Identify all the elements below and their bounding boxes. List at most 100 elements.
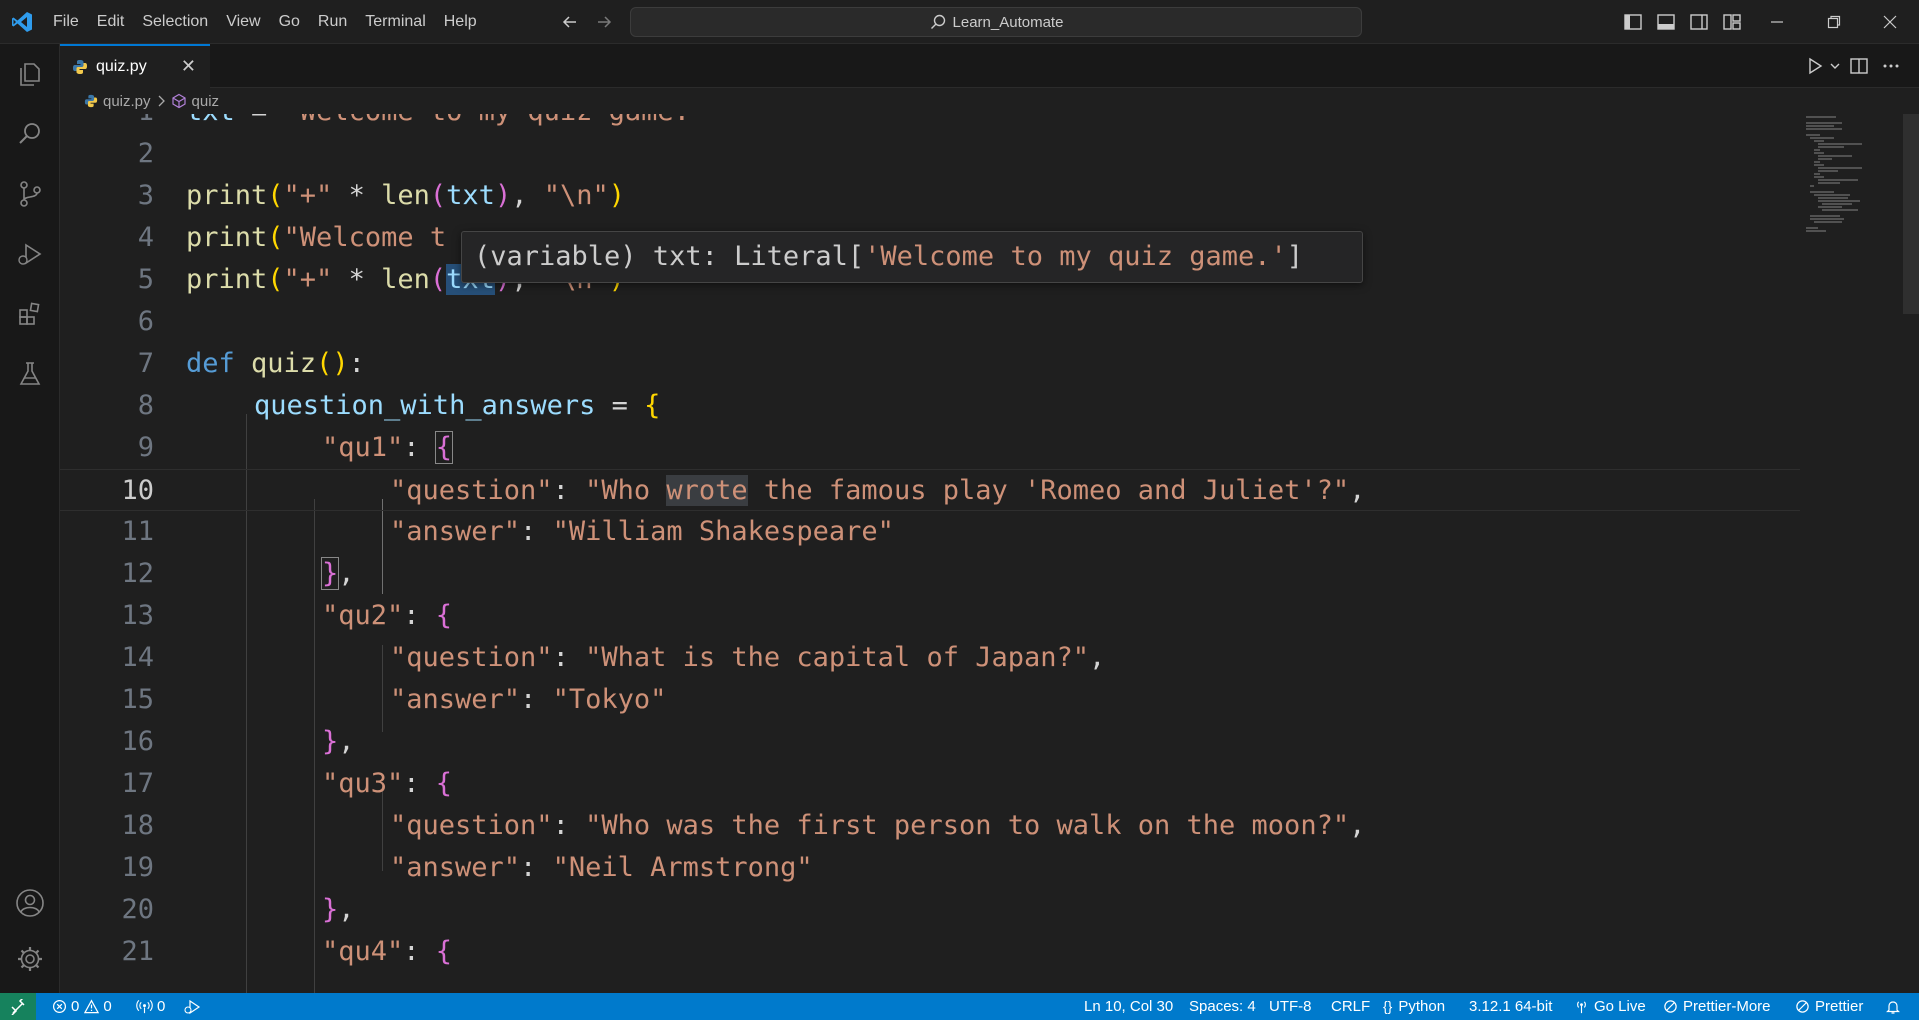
warning-icon [84, 999, 100, 1014]
token: len [381, 180, 430, 211]
menu-help[interactable]: Help [435, 7, 486, 37]
toggle-panel-icon[interactable] [1655, 11, 1677, 33]
line-number: 9 [137, 432, 154, 463]
menu-file[interactable]: File [44, 7, 88, 37]
problems-indicator[interactable]: 0 0 [52, 993, 112, 1020]
tab-quiz-py[interactable]: quiz.py ✕ [60, 44, 210, 88]
code-line: 13 "qu2": { [60, 595, 1800, 637]
activity-bar [0, 44, 60, 993]
run-debug-icon[interactable] [14, 238, 46, 270]
line-number: 11 [121, 516, 154, 547]
menu-terminal[interactable]: Terminal [356, 7, 434, 37]
code-line: 16}, [60, 721, 1800, 763]
error-count: 0 [71, 998, 80, 1015]
extensions-icon[interactable] [14, 298, 46, 330]
code-line: 20}, [60, 889, 1800, 931]
line-number: 2 [137, 138, 154, 169]
encoding[interactable]: UTF-8 [1269, 993, 1312, 1020]
code-line: 9 "qu1": { [60, 427, 1800, 469]
warning-count: 0 [103, 998, 112, 1015]
code-line: 2 [60, 133, 1800, 175]
minimize-button[interactable] [1754, 0, 1800, 44]
more-actions-icon[interactable] [1881, 56, 1901, 76]
line-number: 17 [121, 768, 154, 799]
run-dropdown-chevron-icon[interactable] [1828, 56, 1842, 76]
token: ) [494, 180, 512, 211]
accounts-icon[interactable] [14, 887, 46, 919]
language-label: Python [1398, 998, 1446, 1015]
cursor-position[interactable]: Ln 10, Col 30 [1084, 993, 1173, 1020]
code-line: 11 "answer": "William Shakespeare" [60, 511, 1800, 553]
line-number: 1 [60, 114, 154, 133]
code-line: 1 txt = "Welcome to my quiz game." [60, 114, 1800, 133]
token: "answer" [390, 852, 521, 883]
manage-gear-icon[interactable] [14, 943, 46, 975]
token: def [186, 348, 235, 379]
token: "answer" [390, 684, 521, 715]
search-view-icon[interactable] [14, 118, 46, 150]
prettier-status[interactable]: Prettier [1795, 993, 1863, 1020]
vertical-scrollbar[interactable] [1903, 114, 1919, 314]
python-file-icon [84, 94, 98, 108]
menu-run[interactable]: Run [309, 7, 356, 37]
token: "question" [390, 642, 553, 673]
broadcast-icon [136, 1000, 153, 1014]
customize-layout-icon[interactable] [1721, 11, 1743, 33]
forward-arrow-icon[interactable] [594, 12, 614, 32]
back-arrow-icon[interactable] [560, 12, 580, 32]
ports-indicator[interactable]: 0 [136, 993, 165, 1020]
token: { [435, 600, 453, 631]
line-number: 20 [121, 894, 154, 925]
toggle-primary-sidebar-icon[interactable] [1622, 11, 1644, 33]
token: , [338, 894, 355, 925]
token: ( [267, 264, 284, 295]
title-bar: File Edit Selection View Go Run Terminal… [0, 0, 1919, 44]
python-file-icon [73, 60, 87, 74]
menu-go[interactable]: Go [270, 7, 309, 37]
code-line: 21 "qu4": { [60, 931, 1800, 973]
toggle-secondary-sidebar-icon[interactable] [1688, 11, 1710, 33]
go-live-button[interactable]: Go Live [1574, 993, 1646, 1020]
token: print [186, 222, 268, 253]
menu-selection[interactable]: Selection [133, 7, 217, 37]
breadcrumb-file[interactable]: quiz.py [103, 93, 151, 110]
token: } [322, 726, 339, 757]
python-interpreter[interactable]: 3.12.1 64-bit [1469, 993, 1552, 1020]
explorer-icon[interactable] [14, 58, 46, 90]
remote-button[interactable] [0, 993, 36, 1020]
close-window-button[interactable] [1867, 0, 1913, 44]
run-python-file-icon[interactable] [1805, 56, 1825, 76]
indentation[interactable]: Spaces: 4 [1189, 993, 1256, 1020]
menu-edit[interactable]: Edit [88, 7, 134, 37]
token: , [1349, 810, 1366, 841]
matched-bracket: { [434, 431, 454, 464]
token: "answer" [390, 516, 521, 547]
source-control-icon[interactable] [14, 178, 46, 210]
token: : [348, 348, 365, 379]
command-center-search[interactable]: Learn_Automate [630, 7, 1362, 37]
token: "Who [585, 475, 667, 506]
go-live-label: Go Live [1594, 998, 1646, 1015]
workspace-name: Learn_Automate [952, 13, 1064, 31]
error-icon [52, 999, 67, 1014]
token: ( [267, 222, 284, 253]
line-number: 18 [121, 810, 154, 841]
line-number: 10 [121, 475, 154, 506]
end-of-line[interactable]: CRLF [1331, 993, 1370, 1020]
token: question_with_answers [254, 390, 596, 421]
testing-icon[interactable] [14, 358, 46, 390]
minimap[interactable] [1800, 114, 1900, 314]
language-mode[interactable]: {} Python [1383, 993, 1445, 1020]
vscode-logo-icon[interactable] [10, 10, 34, 34]
breadcrumb-symbol[interactable]: quiz [192, 93, 220, 110]
prettier-more-status[interactable]: Prettier-More [1663, 993, 1771, 1020]
menu-view[interactable]: View [217, 7, 269, 37]
debug-launch-button[interactable] [183, 993, 203, 1020]
braces-icon: {} [1383, 998, 1393, 1014]
restore-button[interactable] [1811, 0, 1857, 44]
split-editor-icon[interactable] [1849, 56, 1869, 76]
token: "Welcome to my quiz game." [284, 114, 707, 127]
tab-close-icon[interactable]: ✕ [181, 56, 196, 77]
code-line: 14 "question": "What is the capital of Ja… [60, 637, 1800, 679]
notifications-button[interactable] [1885, 993, 1901, 1020]
